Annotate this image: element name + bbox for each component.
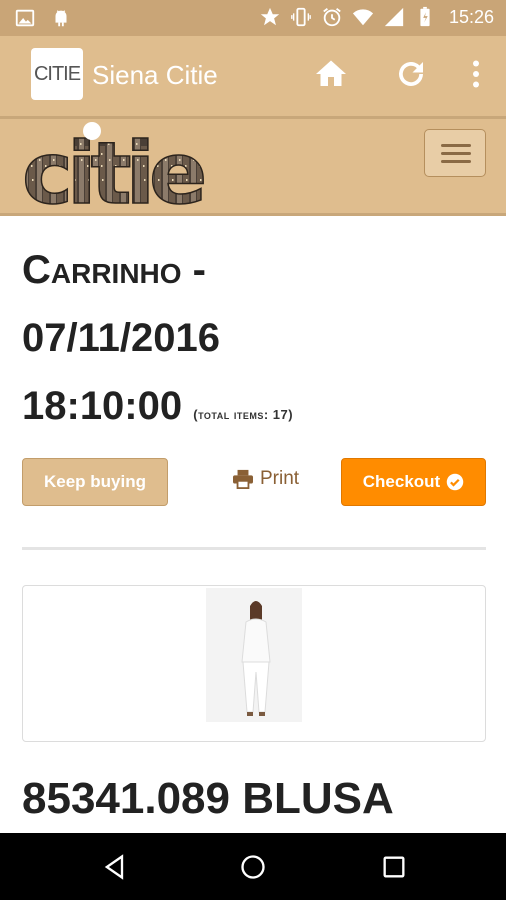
image-icon (15, 9, 35, 27)
system-nav-bar (0, 833, 506, 900)
menu-toggle-button[interactable] (424, 129, 486, 177)
cart-label: Carrinho - (22, 236, 482, 304)
total-items: (total items: 17) (193, 407, 294, 422)
product-card[interactable] (22, 585, 486, 742)
cart-heading: Carrinho - 07/11/2016 18:10:00 (total it… (22, 236, 482, 449)
cart-time-row: 18:10:00 (total items: 17) (22, 372, 482, 449)
star-icon (260, 7, 280, 26)
product-image[interactable] (206, 588, 302, 722)
app-title: Siena Citie (92, 60, 218, 90)
status-bar: 15:26 (0, 0, 506, 36)
cart-label-text: Carrinho - (22, 248, 206, 292)
site-header: citie (0, 116, 506, 216)
alarm-icon (323, 8, 341, 27)
wifi-icon (352, 9, 374, 26)
cart-actions: Keep buying Print Checkout (22, 458, 486, 506)
app-logo-text: CITIE (33, 62, 81, 85)
check-circle-icon (446, 473, 464, 491)
overflow-menu-icon[interactable] (458, 56, 494, 92)
signal-icon (384, 7, 404, 27)
status-time: 15:26 (448, 6, 494, 27)
android-icon (55, 10, 67, 27)
cart-time: 18:10:00 (22, 384, 183, 428)
home-icon[interactable] (313, 56, 349, 92)
divider (22, 547, 486, 550)
keep-buying-button[interactable]: Keep buying (22, 458, 168, 506)
svg-text:citie: citie (22, 124, 204, 215)
hamburger-bar (441, 152, 471, 155)
product-title[interactable]: 85341.089 BLUSA (22, 774, 394, 824)
print-label: Print (260, 468, 300, 489)
printer-icon (233, 469, 253, 489)
app-logo: CITIE (31, 48, 83, 100)
cart-date: 07/11/2016 (22, 316, 220, 360)
refresh-icon[interactable] (393, 56, 429, 92)
checkout-button[interactable]: Checkout (341, 458, 486, 506)
print-button[interactable]: Print (232, 468, 299, 490)
battery-icon (420, 6, 430, 27)
recents-icon[interactable] (380, 853, 408, 881)
hamburger-icon (441, 144, 471, 147)
vibrate-icon (291, 7, 311, 27)
hamburger-bar (441, 160, 471, 163)
home-circle-icon[interactable] (239, 853, 267, 881)
checkout-label: Checkout (362, 472, 441, 491)
app-bar: CITIE Siena Citie (0, 36, 506, 116)
citie-logo[interactable]: citie (22, 121, 222, 215)
back-icon[interactable] (101, 853, 129, 881)
